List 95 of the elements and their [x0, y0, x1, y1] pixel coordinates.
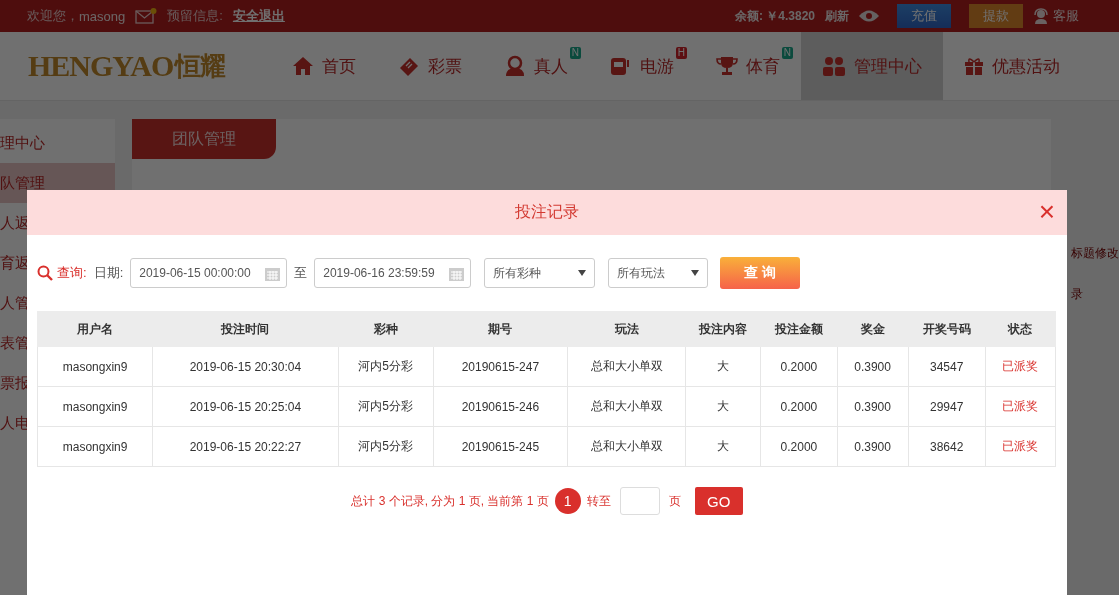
- go-button[interactable]: GO: [694, 487, 743, 515]
- gift-icon: [964, 56, 984, 76]
- calendar-icon: [265, 265, 281, 281]
- table-cell: 38642: [908, 426, 986, 467]
- nav-item[interactable]: 管理中心: [801, 32, 943, 100]
- welcome-text: 欢迎您，: [27, 7, 79, 25]
- close-button[interactable]: ×: [1036, 198, 1057, 226]
- team-management-tab[interactable]: 团队管理: [131, 119, 276, 159]
- ticket-icon: [398, 56, 420, 76]
- table-cell: 20190615-246: [433, 386, 568, 427]
- deposit-button[interactable]: 充值: [897, 4, 951, 28]
- reserved-info-label: 预留信息:: [167, 7, 223, 25]
- search-icon: [37, 265, 53, 281]
- table-cell: masongxin9: [37, 426, 153, 467]
- column-header: 用户名: [37, 311, 153, 347]
- column-header: 投注内容: [685, 311, 761, 347]
- sidebar-item[interactable]: 理中心: [0, 123, 115, 163]
- person-icon: [504, 55, 526, 77]
- headset-icon[interactable]: [1033, 8, 1049, 24]
- lottery-dropdown[interactable]: 所有彩种: [484, 258, 596, 288]
- query-label: 查询:: [57, 264, 87, 282]
- page-input[interactable]: [619, 487, 660, 515]
- nav-item[interactable]: 真人 N: [483, 32, 589, 100]
- table-cell: 总和大小单双: [567, 346, 686, 387]
- table-cell: 0.3900: [837, 426, 909, 467]
- table-cell: 河内5分彩: [338, 386, 434, 427]
- table-cell: 总和大小单双: [567, 386, 686, 427]
- nav-item[interactable]: 电游 H: [589, 32, 695, 100]
- service-link[interactable]: 客服: [1053, 7, 1079, 25]
- table-cell: 已派奖: [985, 386, 1056, 427]
- table-cell: 总和大小单双: [567, 426, 686, 467]
- caret-icon: [691, 270, 700, 276]
- start-date-field[interactable]: 2019-06-15 00:00:00: [130, 258, 288, 288]
- table-cell: 河内5分彩: [338, 346, 434, 387]
- column-header: 期号: [433, 311, 568, 347]
- column-header: 状态: [985, 311, 1056, 347]
- table-cell: 2019-06-15 20:30:04: [152, 346, 339, 387]
- table-cell: 大: [685, 386, 761, 427]
- table-cell: 大: [685, 426, 761, 467]
- withdraw-button[interactable]: 提款: [969, 4, 1023, 28]
- note-text: 标题修改: [1071, 245, 1119, 262]
- logout-link[interactable]: 安全退出: [232, 7, 285, 25]
- page-number[interactable]: 1: [554, 488, 581, 514]
- play-dropdown[interactable]: 所有玩法: [608, 258, 709, 288]
- table-cell: 34547: [908, 346, 986, 387]
- note-text: 录: [1071, 286, 1084, 303]
- column-header: 玩法: [567, 311, 686, 347]
- group-icon: [822, 56, 846, 76]
- table-cell: 2019-06-15 20:25:04: [152, 386, 339, 427]
- query-button[interactable]: 查 询: [720, 257, 801, 289]
- nav-badge: H: [675, 47, 687, 59]
- column-header: 开奖号码: [908, 311, 986, 347]
- username: masong: [79, 8, 126, 24]
- nav-item[interactable]: 优惠活动: [943, 32, 1081, 100]
- goto-label: 转至: [586, 492, 611, 510]
- balance-text: 余额: ￥4.3820: [734, 7, 815, 25]
- table-cell: 已派奖: [985, 346, 1056, 387]
- trophy-icon: [716, 56, 738, 76]
- column-header: 投注金额: [760, 311, 837, 347]
- table-cell: 河内5分彩: [338, 426, 434, 467]
- nav-item[interactable]: 彩票: [377, 32, 483, 100]
- table-cell: 0.2000: [760, 426, 837, 467]
- table-cell: 已派奖: [985, 426, 1056, 467]
- table-cell: 0.3900: [837, 346, 909, 387]
- table-cell: masongxin9: [37, 346, 153, 387]
- caret-icon: [578, 270, 587, 276]
- nav-item[interactable]: 首页: [271, 32, 377, 100]
- mail-icon[interactable]: [135, 8, 158, 24]
- nav-badge: N: [569, 47, 581, 59]
- nav-badge: N: [781, 47, 793, 59]
- date-label: 日期:: [93, 264, 124, 282]
- column-header: 投注时间: [152, 311, 339, 347]
- column-header: 彩种: [338, 311, 434, 347]
- dialog-title: 投注记录: [515, 202, 579, 222]
- table-cell: masongxin9: [37, 386, 153, 427]
- calendar-icon: [449, 265, 465, 281]
- refresh-link[interactable]: 刷新: [825, 7, 849, 25]
- nav-item[interactable]: 体育 N: [695, 32, 801, 100]
- home-icon: [292, 56, 314, 76]
- table-cell: 20190615-245: [433, 426, 568, 467]
- table-cell: 0.3900: [837, 386, 909, 427]
- table-cell: 20190615-247: [433, 346, 568, 387]
- table-cell: 0.2000: [760, 386, 837, 427]
- pager-summary: 总计 3 个记录, 分为 1 页, 当前第 1 页: [351, 492, 549, 510]
- to-label: 至: [294, 264, 308, 282]
- eye-icon[interactable]: [859, 9, 879, 23]
- slot-machine-icon: [610, 56, 632, 76]
- column-header: 奖金: [837, 311, 909, 347]
- logo[interactable]: HENGYAO恒耀: [0, 32, 248, 100]
- table-cell: 2019-06-15 20:22:27: [152, 426, 339, 467]
- page-unit: 页: [668, 492, 681, 510]
- end-date-field[interactable]: 2019-06-16 23:59:59: [314, 258, 472, 288]
- table-cell: 0.2000: [760, 346, 837, 387]
- table-cell: 大: [685, 346, 761, 387]
- table-cell: 29947: [908, 386, 986, 427]
